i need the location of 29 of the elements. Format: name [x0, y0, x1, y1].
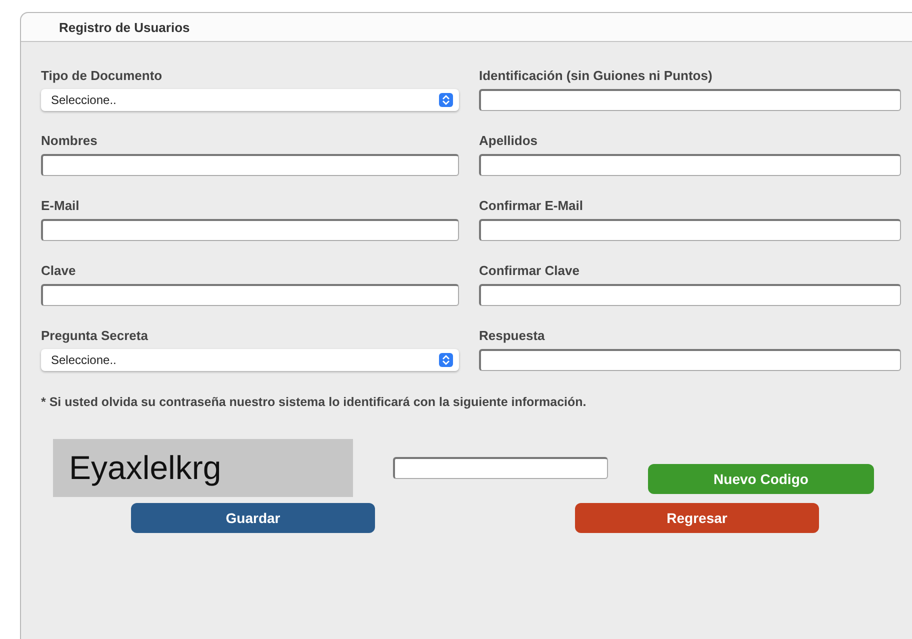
info-note: * Si usted olvida su contraseña nuestro sistema lo identificará con la siguiente información.: [41, 395, 588, 409]
input-field[interactable]: [479, 284, 901, 306]
panel-title: Registro de Usuarios: [59, 20, 190, 34]
select-field[interactable]: Seleccione..: [41, 349, 459, 371]
field-label: Identificación (sin Guiones ni Puntos): [479, 68, 714, 83]
field-label: Respuesta: [479, 328, 546, 343]
input-field[interactable]: [479, 219, 901, 241]
input-field[interactable]: [41, 284, 459, 306]
field-label: Apellidos: [479, 133, 539, 148]
field-label: Clave: [41, 263, 77, 278]
select-field[interactable]: Seleccione..: [41, 89, 459, 111]
field-label: Confirmar Clave: [479, 263, 580, 278]
input-field[interactable]: [479, 154, 901, 176]
new-code-button[interactable]: Nuevo Codigo: [648, 464, 874, 494]
input-field[interactable]: [41, 219, 459, 241]
chevron-updown-icon: [439, 353, 453, 367]
field-label: E-Mail: [41, 198, 80, 213]
input-field[interactable]: [479, 349, 901, 371]
chevron-updown-icon: [439, 93, 453, 107]
field-label: Pregunta Secreta: [41, 328, 149, 343]
input-field[interactable]: [479, 89, 901, 111]
input-field[interactable]: [41, 154, 459, 176]
field-label: Nombres: [41, 133, 98, 148]
field-label: Confirmar E-Mail: [479, 198, 584, 213]
save-button[interactable]: Guardar: [131, 503, 375, 533]
back-button[interactable]: Regresar: [575, 503, 819, 533]
captcha-input[interactable]: [393, 457, 608, 479]
captcha-code: Eyaxlelkrg: [53, 439, 353, 497]
field-label: Tipo de Documento: [41, 68, 164, 83]
